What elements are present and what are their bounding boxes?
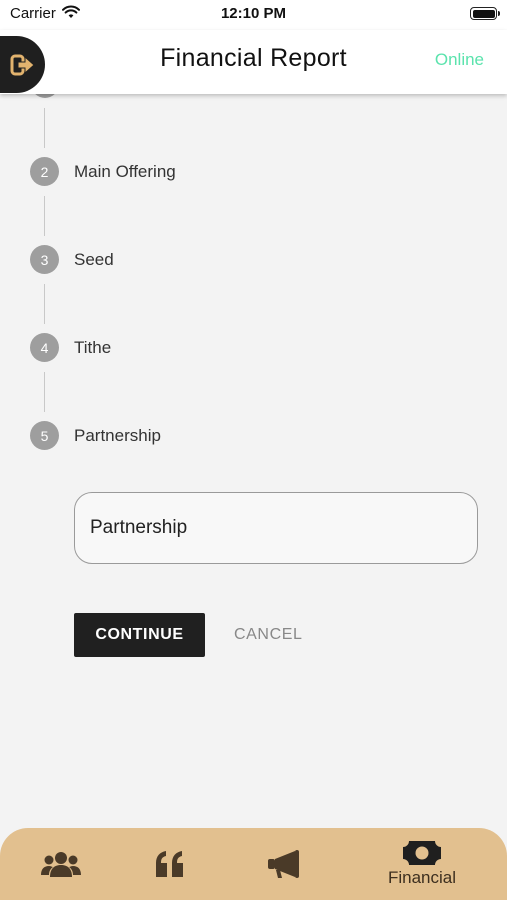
step-label: Seed xyxy=(74,249,114,269)
partnership-input[interactable]: Partnership xyxy=(74,492,478,564)
step-main-offering[interactable]: 2 Main Offering xyxy=(30,157,176,186)
page-title: Financial Report xyxy=(160,44,347,72)
nav-financial[interactable]: Financial xyxy=(376,828,468,900)
status-time: 12:10 PM xyxy=(220,5,287,22)
megaphone-icon xyxy=(268,850,299,878)
step-tithe[interactable]: 4 Tithe xyxy=(30,333,111,362)
step-partnership[interactable]: 5 Partnership xyxy=(30,421,161,450)
nav-financial-label: Financial xyxy=(387,868,457,887)
continue-button[interactable]: CONTINUE xyxy=(74,613,205,657)
app-header: Financial Report Online xyxy=(0,30,507,94)
nav-members[interactable] xyxy=(40,828,82,900)
step-number: 3 xyxy=(30,245,59,274)
quote-icon xyxy=(156,851,183,877)
connection-status: Online xyxy=(434,50,484,69)
users-icon xyxy=(41,852,81,877)
cancel-button[interactable]: CANCEL xyxy=(234,613,303,657)
nav-announcements[interactable] xyxy=(264,828,304,900)
step-connector xyxy=(44,372,45,412)
step-number: 2 xyxy=(30,157,59,186)
money-bill-icon xyxy=(403,841,441,865)
bottom-nav: Financial xyxy=(0,828,507,900)
step-label: Tithe xyxy=(74,337,112,357)
step-connector xyxy=(44,284,45,324)
step-seed[interactable]: 3 Seed xyxy=(30,245,114,274)
step-number: 5 xyxy=(30,421,59,450)
step-number: 4 xyxy=(30,333,59,362)
step-connector xyxy=(44,108,45,148)
step-label: Main Offering xyxy=(74,161,176,181)
step-label: Partnership xyxy=(74,425,161,445)
status-bar: Carrier 12:10 PM xyxy=(0,0,507,30)
step-connector xyxy=(44,196,45,236)
battery-icon xyxy=(470,7,500,20)
nav-quotes[interactable] xyxy=(152,828,188,900)
